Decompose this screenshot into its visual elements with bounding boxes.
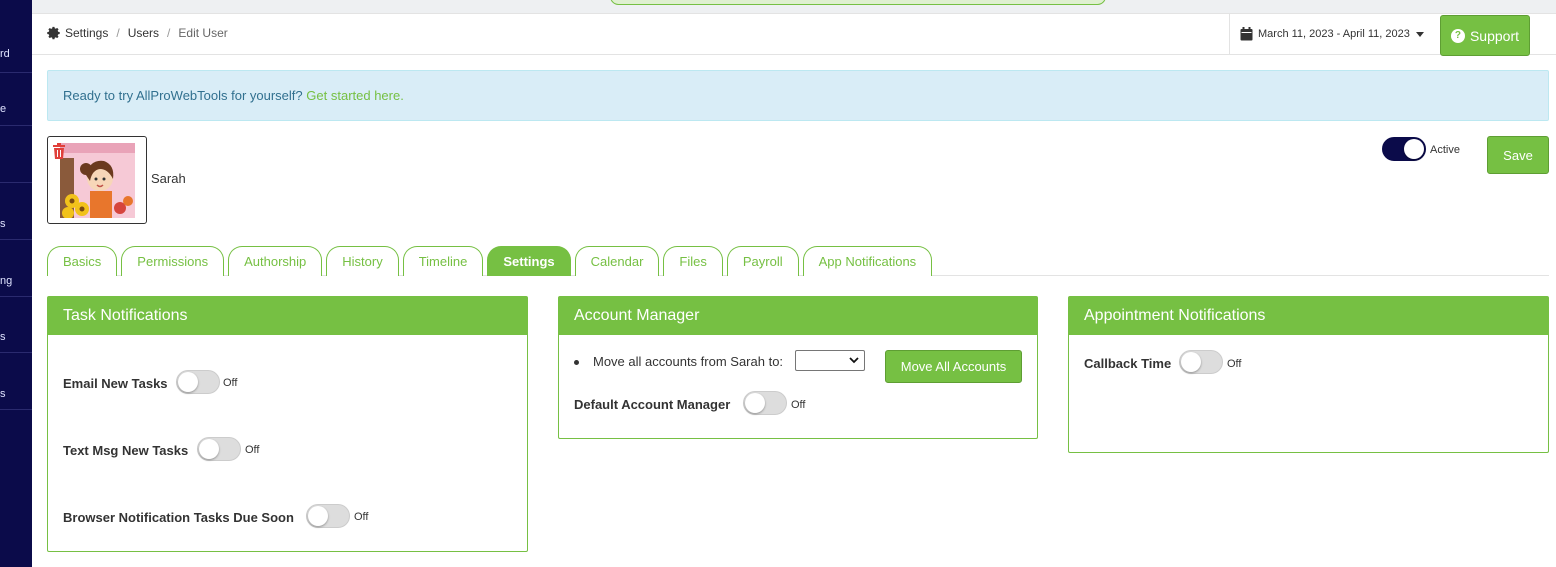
caret-down-icon (1415, 31, 1424, 37)
flash-message (610, 0, 1106, 5)
sidebar-divider (0, 72, 32, 73)
text-msg-new-tasks-state: Off (245, 444, 260, 456)
toggle-knob (178, 372, 198, 392)
trash-icon[interactable] (52, 143, 66, 159)
email-new-tasks-state: Off (223, 377, 238, 389)
calendar-icon (1240, 27, 1253, 41)
tab-timeline[interactable]: Timeline (402, 246, 484, 276)
panel-title: Appointment Notifications (1069, 297, 1548, 335)
tab-settings[interactable]: Settings (487, 246, 571, 276)
default-account-manager-label: Default Account Manager (574, 397, 731, 412)
user-tabs: Basics Permissions Authorship History Ti… (47, 242, 936, 276)
sidebar-item-fragment[interactable]: ng (0, 275, 12, 287)
avatar (60, 143, 135, 218)
sidebar-divider (0, 239, 32, 240)
tab-permissions[interactable]: Permissions (121, 246, 225, 276)
tab-history[interactable]: History (326, 246, 399, 276)
chevron-down-icon (849, 357, 859, 364)
save-button[interactable]: Save (1487, 136, 1549, 174)
sidebar-divider (0, 409, 32, 410)
support-button[interactable]: ? Support (1440, 15, 1530, 56)
task-notifications-panel: Task Notifications Email New Tasks Off T… (47, 296, 528, 552)
callback-time-toggle[interactable] (1179, 350, 1223, 374)
sidebar-divider (0, 125, 32, 126)
toggle-knob (745, 393, 765, 413)
sidebar-item-fragment[interactable]: e (0, 103, 6, 115)
toggle-knob (308, 506, 328, 526)
avatar-container[interactable] (47, 136, 147, 224)
appointment-notifications-panel: Appointment Notifications Callback Time … (1068, 296, 1549, 453)
trial-banner: Ready to try AllProWebTools for yourself… (47, 70, 1549, 121)
list-bullet (574, 360, 579, 365)
text-msg-new-tasks-toggle[interactable] (197, 437, 241, 461)
callback-time-state: Off (1227, 358, 1242, 370)
browser-notification-state: Off (354, 511, 369, 523)
email-new-tasks-toggle[interactable] (176, 370, 220, 394)
toggle-knob (1404, 139, 1424, 159)
question-icon: ? (1450, 28, 1465, 43)
sidebar-divider (0, 352, 32, 353)
tab-files[interactable]: Files (663, 246, 723, 276)
sidebar-item-fragment[interactable]: s (0, 388, 6, 400)
browser-notification-toggle[interactable] (306, 504, 350, 528)
browser-notification-label: Browser Notification Tasks Due Soon (63, 510, 294, 525)
tab-calendar[interactable]: Calendar (574, 246, 660, 276)
page-header: Settings / Users / Edit User March 11, 2… (32, 14, 1556, 56)
breadcrumb-separator: / (116, 26, 120, 40)
date-range-selector[interactable]: March 11, 2023 - April 11, 2023 (1229, 14, 1424, 54)
left-sidebar: rd e s ng s s (0, 0, 32, 567)
tab-payroll[interactable]: Payroll (726, 246, 799, 276)
breadcrumb: Settings / Users / Edit User (47, 26, 228, 40)
account-manager-panel: Account Manager Move all accounts from S… (558, 296, 1038, 439)
move-accounts-text: Move all accounts from Sarah to: (593, 354, 784, 369)
panel-title: Task Notifications (48, 297, 527, 335)
active-toggle[interactable] (1382, 137, 1426, 161)
move-all-accounts-button[interactable]: Move All Accounts (885, 350, 1022, 383)
sidebar-item-fragment[interactable]: rd (0, 48, 10, 60)
sidebar-divider (0, 182, 32, 183)
tab-app-notifications[interactable]: App Notifications (802, 246, 933, 276)
breadcrumb-users[interactable]: Users (128, 26, 159, 40)
support-label: Support (1469, 27, 1520, 44)
breadcrumb-current: Edit User (178, 26, 228, 40)
panel-title: Account Manager (559, 297, 1037, 335)
user-name: Sarah (151, 171, 186, 186)
callback-time-label: Callback Time (1084, 356, 1172, 371)
sidebar-divider (0, 296, 32, 297)
gear-icon (47, 26, 60, 40)
breadcrumb-settings[interactable]: Settings (65, 26, 108, 40)
text-msg-new-tasks-label: Text Msg New Tasks (63, 443, 189, 458)
toggle-knob (1181, 352, 1201, 372)
tab-authorship[interactable]: Authorship (228, 246, 323, 276)
breadcrumb-separator: / (167, 26, 171, 40)
active-status-label: Active (1430, 144, 1460, 156)
email-new-tasks-label: Email New Tasks (63, 376, 168, 391)
default-account-manager-toggle[interactable] (743, 391, 787, 415)
tab-basics[interactable]: Basics (47, 246, 118, 276)
banner-text: Ready to try AllProWebTools for yourself… (63, 88, 303, 103)
toggle-knob (199, 439, 219, 459)
sidebar-item-fragment[interactable]: s (0, 331, 6, 343)
account-manager-select[interactable] (795, 350, 865, 371)
sidebar-item-fragment[interactable]: s (0, 218, 6, 230)
date-range-label: March 11, 2023 - April 11, 2023 (1258, 28, 1410, 40)
default-account-manager-state: Off (791, 399, 806, 411)
get-started-link[interactable]: Get started here. (306, 88, 404, 103)
